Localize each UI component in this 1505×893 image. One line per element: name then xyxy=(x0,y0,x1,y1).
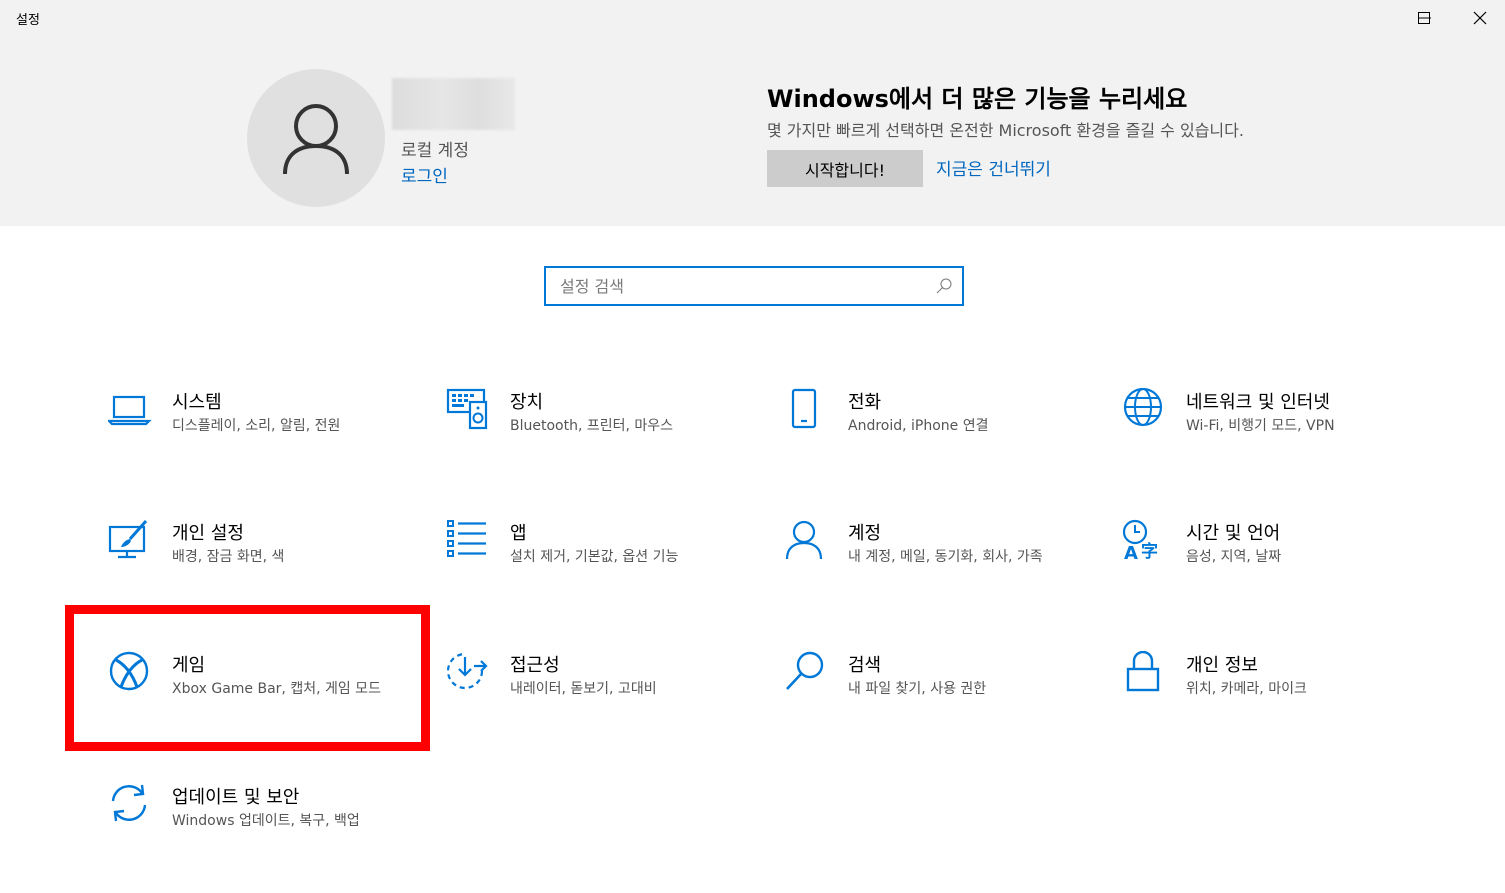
title-bar: 설정 xyxy=(0,0,1505,36)
category-desc: Bluetooth, 프린터, 마우스 xyxy=(510,418,674,434)
minimize-area xyxy=(1334,0,1394,36)
start-button[interactable]: 시작합니다! xyxy=(767,150,923,187)
login-link[interactable]: 로그인 xyxy=(401,162,448,187)
category-name: 앱 xyxy=(510,523,527,544)
promo-subtitle: 몇 가지만 빠르게 선택하면 온전한 Microsoft 환경을 즐길 수 있습… xyxy=(767,121,1244,140)
skip-link[interactable]: 지금은 건너뛰기 xyxy=(936,155,1051,180)
avatar[interactable] xyxy=(247,69,385,207)
category-accessibility[interactable]: 접근성 내레이터, 돋보기, 고대비 xyxy=(446,651,766,761)
category-name: 시간 및 언어 xyxy=(1186,523,1281,544)
category-name: 전화 xyxy=(848,392,882,413)
category-network[interactable]: 네트워크 및 인터넷 Wi-Fi, 비행기 모드, VPN xyxy=(1122,388,1442,498)
promo-title: Windows에서 더 많은 기능을 누리세요 xyxy=(767,85,1188,113)
svg-text:A: A xyxy=(1124,543,1138,563)
category-desc: Android, iPhone 연결 xyxy=(848,418,989,434)
search-magnifier-icon xyxy=(786,651,824,690)
category-update-security[interactable]: 업데이트 및 보안 Windows 업데이트, 복구, 백업 xyxy=(108,783,428,893)
category-search[interactable]: 검색 내 파일 찾기, 사용 권한 xyxy=(784,651,1104,761)
category-desc: 내레이터, 돋보기, 고대비 xyxy=(510,681,657,697)
update-sync-icon xyxy=(111,784,147,822)
user-avatar-icon xyxy=(283,104,349,175)
category-system[interactable]: 시스템 디스플레이, 소리, 알림, 전원 xyxy=(108,388,428,498)
phone-icon xyxy=(791,388,817,429)
lock-icon xyxy=(1126,651,1160,692)
category-desc: 내 계정, 메일, 동기화, 회사, 가족 xyxy=(848,549,1043,565)
category-name: 검색 xyxy=(848,655,882,676)
search-input[interactable] xyxy=(560,275,920,297)
category-name: 개인 정보 xyxy=(1186,655,1258,676)
window-title: 설정 xyxy=(16,13,40,28)
personalization-icon xyxy=(108,520,148,559)
time-language-icon: A 字 xyxy=(1122,519,1158,563)
svg-text:字: 字 xyxy=(1141,541,1158,562)
category-desc: Wi-Fi, 비행기 모드, VPN xyxy=(1186,418,1335,434)
category-apps[interactable]: 앱 설치 제거, 기본값, 옵션 기능 xyxy=(446,519,766,629)
settings-search-box[interactable] xyxy=(544,266,964,306)
account-type-label: 로컬 계정 xyxy=(401,141,469,161)
apps-list-icon xyxy=(447,520,486,557)
laptop-icon xyxy=(108,395,152,426)
category-name: 네트워크 및 인터넷 xyxy=(1186,392,1330,413)
category-desc: 설치 제거, 기본값, 옵션 기능 xyxy=(510,549,679,565)
category-name: 장치 xyxy=(510,392,544,413)
category-devices[interactable]: 장치 Bluetooth, 프린터, 마우스 xyxy=(446,388,766,498)
category-desc: 내 파일 찾기, 사용 권한 xyxy=(848,681,987,697)
category-desc: 음성, 지역, 날짜 xyxy=(1186,549,1282,565)
category-desc: 위치, 카메라, 마이크 xyxy=(1186,681,1307,697)
category-privacy[interactable]: 개인 정보 위치, 카메라, 마이크 xyxy=(1122,651,1442,761)
category-name: 계정 xyxy=(848,523,882,544)
category-desc: 디스플레이, 소리, 알림, 전원 xyxy=(172,418,341,434)
maximize-icon xyxy=(1418,12,1430,24)
maximize-button[interactable] xyxy=(1394,0,1454,36)
search-icon[interactable] xyxy=(936,278,952,298)
accessibility-icon xyxy=(446,652,488,690)
person-icon xyxy=(785,520,823,560)
category-name: 접근성 xyxy=(510,655,560,676)
category-desc: Windows 업데이트, 복구, 백업 xyxy=(172,813,360,829)
category-time-language[interactable]: A 字 시간 및 언어 음성, 지역, 날짜 xyxy=(1122,519,1442,629)
close-icon xyxy=(1473,11,1487,25)
category-name: 개인 설정 xyxy=(172,523,244,544)
category-name: 업데이트 및 보안 xyxy=(172,787,300,808)
category-name: 시스템 xyxy=(172,392,222,413)
blurred-username xyxy=(392,78,515,130)
category-accounts[interactable]: 계정 내 계정, 메일, 동기화, 회사, 가족 xyxy=(784,519,1104,629)
globe-icon xyxy=(1123,388,1163,427)
highlight-box xyxy=(65,605,430,751)
close-button[interactable] xyxy=(1450,0,1505,36)
account-header: 로컬 계정 로그인 Windows에서 더 많은 기능을 누리세요 몇 가지만 … xyxy=(0,36,1505,226)
category-phone[interactable]: 전화 Android, iPhone 연결 xyxy=(784,388,1104,498)
category-desc: 배경, 잠금 화면, 색 xyxy=(172,549,285,565)
devices-icon xyxy=(446,388,488,430)
